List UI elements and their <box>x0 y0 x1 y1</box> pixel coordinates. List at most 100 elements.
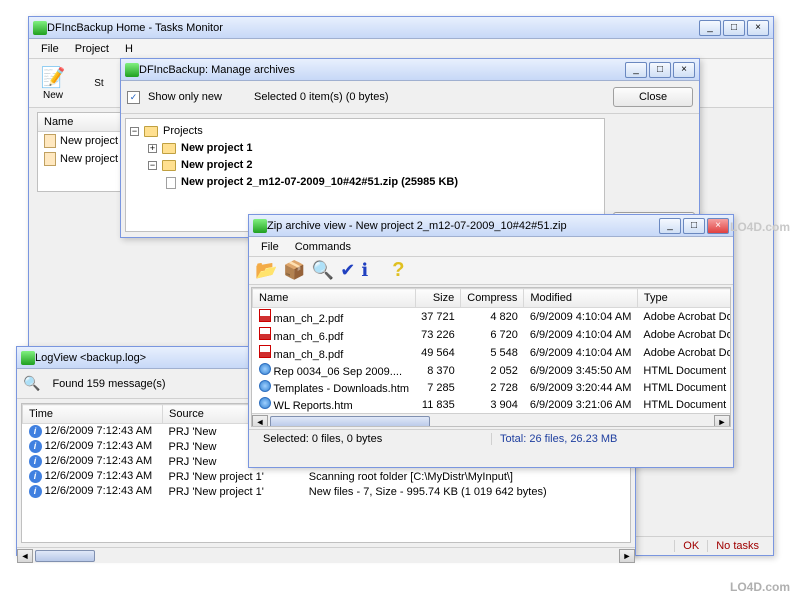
manage-window: DFIncBackup: Manage archives _ □ × ✓ Sho… <box>120 58 700 238</box>
log-hscroll[interactable]: ◄ ► <box>17 547 635 563</box>
file-icon <box>166 177 176 189</box>
col-compress[interactable]: Compress <box>461 289 524 308</box>
start-label: St <box>94 78 103 89</box>
open-icon[interactable]: 📂 <box>255 260 277 281</box>
app-icon <box>33 21 47 35</box>
maximize-button[interactable]: □ <box>649 62 671 78</box>
log-row[interactable]: i 12/6/2009 7:12:43 AMPRJ 'New project 1… <box>23 484 630 499</box>
help-icon[interactable]: ? <box>392 259 404 282</box>
pdf-icon <box>259 345 271 358</box>
node-label: Projects <box>163 123 203 140</box>
new-button[interactable]: 📝 New <box>33 63 73 103</box>
info-icon: i <box>29 440 42 453</box>
zip-menubar: File Commands <box>249 237 733 257</box>
zip-titlebar[interactable]: Zip archive view - New project 2_m12-07-… <box>249 215 733 237</box>
new-label: New <box>43 90 63 101</box>
node-label: New project 1 <box>181 140 253 157</box>
start-button[interactable]: St <box>79 63 119 103</box>
scroll-right-icon[interactable]: ► <box>619 549 635 563</box>
minimize-button[interactable]: _ <box>699 20 721 36</box>
pdf-icon <box>259 309 271 322</box>
status-ok: OK <box>674 540 707 552</box>
minimize-button[interactable]: _ <box>659 218 681 234</box>
maximize-button[interactable]: □ <box>723 20 745 36</box>
node-label: New project 2_m12-07-2009_10#42#51.zip (… <box>181 174 458 191</box>
col-time[interactable]: Time <box>23 405 163 424</box>
status-notasks: No tasks <box>707 540 767 552</box>
col-type[interactable]: Type <box>637 289 731 308</box>
show-only-new-checkbox[interactable]: ✓ <box>127 91 140 104</box>
tree-node[interactable]: −New project 2 <box>130 157 600 174</box>
expander-icon[interactable]: + <box>148 144 157 153</box>
found-messages: Found 159 message(s) <box>52 378 165 390</box>
zip-file-table: Name Size Compress Modified Type man_ch_… <box>251 287 731 427</box>
show-only-new-label: Show only new <box>148 91 222 103</box>
extract-icon[interactable]: 📦 <box>283 260 305 281</box>
scroll-right-icon[interactable]: ► <box>714 415 730 428</box>
close-button[interactable]: × <box>747 20 769 36</box>
manage-title: DFIncBackup: Manage archives <box>139 64 625 76</box>
zip-title: Zip archive view - New project 2_m12-07-… <box>267 220 659 232</box>
col-size[interactable]: Size <box>415 289 461 308</box>
scroll-thumb[interactable] <box>35 550 95 562</box>
tree-node-root[interactable]: − Projects <box>130 123 600 140</box>
menu-file[interactable]: File <box>33 41 67 57</box>
html-icon <box>259 397 271 409</box>
minimize-button[interactable]: _ <box>625 62 647 78</box>
scroll-left-icon[interactable]: ◄ <box>252 415 268 428</box>
close-button[interactable]: × <box>673 62 695 78</box>
folder-icon <box>162 143 176 154</box>
file-row[interactable]: man_ch_2.pdf37 7214 8206/9/2009 4:10:04 … <box>253 308 732 327</box>
scroll-thumb[interactable] <box>270 416 430 428</box>
menu-file[interactable]: File <box>253 239 287 255</box>
info-icon: i <box>29 470 42 483</box>
item-label: New project 1 <box>60 135 127 147</box>
watermark: LO4D.com <box>730 220 790 234</box>
binoculars-icon[interactable]: 🔍 <box>23 375 40 392</box>
menu-h[interactable]: H <box>117 41 141 57</box>
item-label: New project 2 <box>60 153 127 165</box>
file-row[interactable]: Templates - Downloads.htm7 2852 7286/9/2… <box>253 379 732 396</box>
zip-hscroll[interactable]: ◄ ► <box>252 413 730 427</box>
expander-icon[interactable]: − <box>130 127 139 136</box>
main-titlebar[interactable]: DFIncBackup Home - Tasks Monitor _ □ × <box>29 17 773 39</box>
app-icon <box>21 351 35 365</box>
file-row[interactable]: WL Reports.htm11 8353 9046/9/2009 3:21:0… <box>253 396 732 413</box>
col-modified[interactable]: Modified <box>524 289 638 308</box>
app-icon <box>125 63 139 77</box>
doc-icon <box>44 152 56 166</box>
check-icon[interactable]: ✔ <box>340 260 355 281</box>
col-name[interactable]: Name <box>253 289 416 308</box>
maximize-button[interactable]: □ <box>683 218 705 234</box>
menu-commands[interactable]: Commands <box>287 239 359 255</box>
file-row[interactable]: man_ch_8.pdf49 5645 5486/9/2009 4:10:04 … <box>253 344 732 362</box>
watermark: LO4D.com <box>730 580 790 594</box>
new-icon: 📝 <box>41 65 66 90</box>
expander-icon[interactable]: − <box>148 161 157 170</box>
file-row[interactable]: Rep 0034_06 Sep 2009....8 3702 0526/9/20… <box>253 362 732 379</box>
doc-icon <box>44 134 56 148</box>
info-icon: i <box>29 425 42 438</box>
close-archives-button[interactable]: Close <box>613 87 693 107</box>
app-icon <box>253 219 267 233</box>
tree-node-file[interactable]: New project 2_m12-07-2009_10#42#51.zip (… <box>130 174 600 191</box>
info-icon[interactable]: ℹ <box>361 260 368 281</box>
close-button[interactable]: × <box>707 218 729 234</box>
manage-titlebar[interactable]: DFIncBackup: Manage archives _ □ × <box>121 59 699 81</box>
file-row[interactable]: man_ch_6.pdf73 2266 7206/9/2009 4:10:04 … <box>253 326 732 344</box>
zip-window: Zip archive view - New project 2_m12-07-… <box>248 214 734 468</box>
search-icon[interactable]: 🔍 <box>312 260 334 281</box>
html-icon <box>259 380 271 392</box>
main-menubar: File Project H <box>29 39 773 59</box>
tree-node[interactable]: + New project 1 <box>130 140 600 157</box>
menu-project[interactable]: Project <box>67 41 117 57</box>
zip-statusbar: Selected: 0 files, 0 bytes Total: 26 fil… <box>249 429 733 448</box>
info-icon: i <box>29 455 42 468</box>
folder-icon <box>144 126 158 137</box>
scroll-left-icon[interactable]: ◄ <box>17 549 33 563</box>
status-selected: Selected: 0 files, 0 bytes <box>255 433 491 445</box>
zip-toolbar: 📂 📦 🔍 ✔ ℹ ? <box>249 257 733 285</box>
log-row[interactable]: i 12/6/2009 7:12:43 AMPRJ 'New project 1… <box>23 469 630 484</box>
html-icon <box>259 363 271 375</box>
pdf-icon <box>259 327 271 340</box>
